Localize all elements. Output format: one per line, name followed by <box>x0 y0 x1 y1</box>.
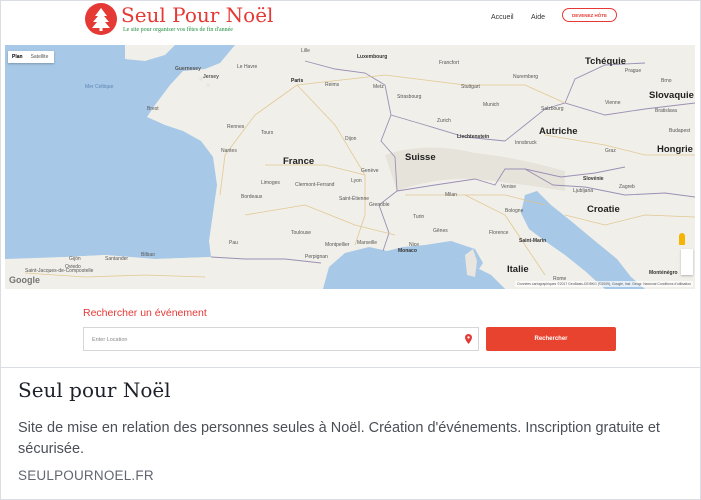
map-base <box>5 45 695 289</box>
become-host-button[interactable]: DEVENEZ HÔTE <box>562 8 617 22</box>
map-type-control[interactable]: Plan Satellite <box>8 51 54 63</box>
map-label-city: Saint-Jacques-de-Compostelle <box>25 268 94 274</box>
map-label-liechtenstein: Liechtenstein <box>457 134 490 140</box>
map-label-city: Clermont-Ferrand <box>295 182 335 188</box>
logo-title: Seul Pour Noël <box>121 3 274 27</box>
map-label-city: Santander <box>105 256 129 262</box>
map-label-city: Brno <box>661 78 672 84</box>
map-label-city: Rennes <box>227 124 245 130</box>
map-label-city: Brest <box>147 106 159 112</box>
map-label-city: Toulouse <box>291 230 312 236</box>
map-label-city: Turin <box>413 214 425 220</box>
christmas-tree-icon <box>85 3 117 35</box>
map-label-city: Limoges <box>261 180 280 186</box>
map-label-slovakia: Slovaquie <box>649 90 694 101</box>
logo-tagline: Le site pour organiser vos fêtes de fin … <box>123 27 233 33</box>
search-section-title: Rechercher un événement <box>83 307 207 319</box>
site-header: Seul Pour Noël Le site pour organiser vo… <box>5 1 695 45</box>
map-label-city: Nuremberg <box>513 74 539 80</box>
preview-domain[interactable]: SEULPOURNOEL.FR <box>18 468 154 483</box>
map-label-city: Paris <box>291 78 304 84</box>
map-label-city: Salzbourg <box>541 106 564 112</box>
map-label-city: Reims <box>325 82 340 88</box>
map-label-city: Bratislava <box>655 108 677 114</box>
map-zoom-control[interactable] <box>681 249 693 275</box>
map-label-city: Gênes <box>433 228 448 234</box>
map-label-city: Budapest <box>669 128 691 134</box>
map-label-city: Graz <box>605 148 616 154</box>
map-label-city: Gijón <box>69 256 81 262</box>
map-label-city: Milan <box>445 192 457 198</box>
map-label-austria: Autriche <box>539 126 578 137</box>
map-label-city: Bilbao <box>141 252 155 258</box>
map-label-italy: Italie <box>507 264 529 275</box>
map-label-city: Guernesey <box>175 66 201 72</box>
map-label-city: Jersey <box>203 74 219 80</box>
map-label-city: Montpellier <box>325 242 350 248</box>
map-label-czechia: Tchéquie <box>585 56 626 67</box>
map-label-city: Francfort <box>439 60 460 66</box>
map-label-city: Venise <box>501 184 517 190</box>
map-label-montenegro: Monténégro <box>649 270 678 276</box>
location-pin-icon[interactable] <box>465 334 472 344</box>
nav-link-home[interactable]: Accueil <box>491 13 514 23</box>
map-label-city: Marseille <box>357 240 378 246</box>
map-label-city: Stuttgart <box>461 84 480 90</box>
map-label-city: Tours <box>261 130 274 136</box>
map-label-luxembourg: Luxembourg <box>357 54 388 60</box>
map-label-city: Zurich <box>437 118 451 124</box>
map-label-city: Pau <box>229 240 238 246</box>
map-label-city: Saint-Étienne <box>339 196 370 202</box>
map-label-hungary: Hongrie <box>657 144 693 155</box>
site-logo[interactable]: Seul Pour Noël Le site pour organiser vo… <box>85 3 273 43</box>
map-label-city: Nantes <box>221 148 237 154</box>
map-label-city: Perpignan <box>305 254 328 260</box>
map-label-city: Dijon <box>345 136 357 142</box>
map-label-city: Innsbruck <box>515 140 537 146</box>
map-label-city: Vienne <box>605 100 621 106</box>
map-label-city: Ljubljana <box>573 188 594 194</box>
map-credits[interactable]: Données cartographiques ©2017 GeoBasis-D… <box>515 281 693 287</box>
location-input[interactable] <box>90 329 464 351</box>
map-label-sea: Mer Celtique <box>85 84 114 90</box>
map-label-city: Metz <box>373 84 384 90</box>
map-label-slovenia: Slovénie <box>583 176 604 182</box>
search-button[interactable]: Rechercher <box>486 327 616 351</box>
map-label-city: Zagreb <box>619 184 635 190</box>
map-view[interactable]: Plan Satellite France Suisse Italie Autri… <box>5 45 695 289</box>
street-view-pegman-icon[interactable] <box>679 233 685 245</box>
map-label-city: Le Havre <box>237 64 258 70</box>
map-label-city: Genève <box>361 168 379 174</box>
map-type-plan[interactable]: Plan <box>8 51 27 63</box>
map-label-city: Strasbourg <box>397 94 422 100</box>
map-label-city: Lyon <box>351 178 362 184</box>
link-preview-card[interactable]: Seul Pour Noël Le site pour organiser vo… <box>0 0 701 500</box>
location-field[interactable] <box>83 327 479 351</box>
map-label-city: Florence <box>489 230 509 236</box>
map-label-san-marino: Saint-Marin <box>519 238 547 244</box>
map-label-city: Bordeaux <box>241 194 263 200</box>
map-label-city: Prague <box>625 68 642 74</box>
map-label-switzerland: Suisse <box>405 152 436 163</box>
map-label-city: Grenoble <box>369 202 390 208</box>
map-label-city: Lille <box>301 48 310 54</box>
nav-link-help[interactable]: Aide <box>531 13 545 23</box>
map-label-monaco: Monaco <box>398 248 417 254</box>
preview-title[interactable]: Seul pour Noël <box>18 378 171 402</box>
map-type-satellite[interactable]: Satellite <box>27 51 53 63</box>
map-label-city: Nice <box>409 242 420 248</box>
preview-description: Site de mise en relation des personnes s… <box>18 420 660 457</box>
map-label-city: Munich <box>483 102 500 108</box>
map-label-france: France <box>283 156 315 167</box>
map-label-croatia: Croatie <box>587 204 620 215</box>
map-label-city: Bologne <box>505 208 524 214</box>
link-preview-caption[interactable]: Seul pour Noël Site de mise en relation … <box>1 367 700 499</box>
google-logo: Google <box>9 275 40 285</box>
